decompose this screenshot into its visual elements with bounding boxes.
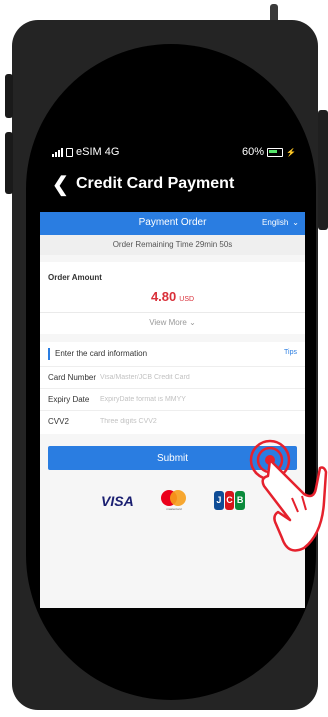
expiry-date-label: Expiry Date [48, 395, 90, 404]
power-button [318, 110, 328, 230]
cvv2-row: CVV2 [40, 410, 305, 433]
carrier-label: eSIM 4G [76, 146, 120, 158]
tap-hand-icon [249, 439, 328, 552]
card-number-row: Card Number [40, 366, 305, 389]
battery-icon [267, 147, 284, 157]
status-bar: eSIM 4G 60% ⚡ [52, 146, 296, 162]
chevron-down-icon: ⌄ [189, 318, 196, 327]
amount-label: Order Amount [48, 273, 102, 282]
tips-link[interactable]: Tips [284, 349, 297, 356]
chevron-left-icon[interactable]: ❮ [52, 172, 74, 197]
amount-number: 4.80 [150, 289, 177, 304]
card-info-heading: Enter the card information [48, 348, 147, 360]
cvv2-input[interactable] [100, 415, 290, 428]
view-more-link[interactable]: View More ⌄ [40, 318, 305, 327]
amount-card: Order Amount 4.80 USD View More ⌄ [40, 262, 305, 334]
volume-up-button [5, 74, 13, 118]
language-label: English [262, 218, 289, 227]
charging-icon: ⚡ [286, 147, 296, 157]
mastercard-logo: mastercard [160, 490, 188, 512]
visa-logo: VISA [101, 493, 134, 509]
app-header: ❮ Credit Card Payment [52, 172, 302, 196]
language-select[interactable]: English ⌄ [262, 218, 299, 227]
order-bar: Payment Order English ⌄ [40, 212, 305, 235]
card-number-label: Card Number [48, 373, 97, 382]
battery-percent: 60% [242, 146, 265, 158]
signal-icon [52, 147, 63, 157]
page-title: Credit Card Payment [76, 175, 235, 192]
expiry-date-row: Expiry Date [40, 388, 305, 411]
divider [40, 312, 305, 313]
chevron-down-icon: ⌄ [292, 218, 299, 227]
jcb-logo: JCB [214, 491, 246, 510]
cvv2-label: CVV2 [48, 417, 69, 426]
volume-down-button [5, 132, 13, 194]
card-number-input[interactable] [100, 371, 290, 384]
amount-value: 4.80 USD [40, 288, 305, 306]
amount-currency: USD [179, 296, 195, 303]
expiry-date-input[interactable] [100, 393, 290, 406]
sim-icon [66, 147, 73, 157]
card-info-form: Enter the card information Tips Card Num… [40, 342, 305, 434]
remaining-time: Order Remaining Time 29min 50s [40, 235, 305, 255]
view-more-label: View More [149, 318, 187, 327]
